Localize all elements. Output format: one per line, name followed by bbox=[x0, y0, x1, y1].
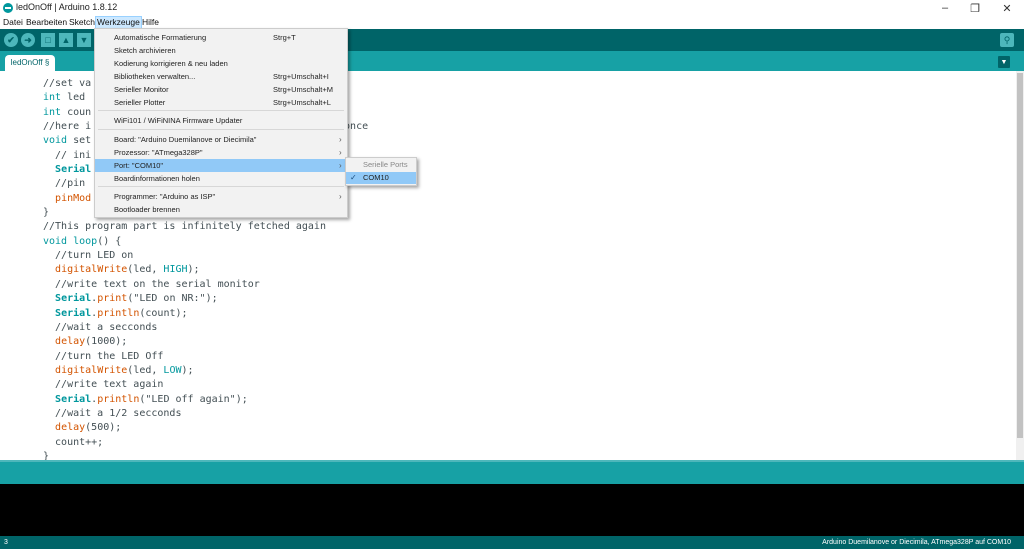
console-output[interactable] bbox=[0, 484, 1024, 536]
code-line: //This program part is infinitely fetche… bbox=[43, 221, 326, 233]
menu-item-serial-plotter[interactable]: Serieller Plotter Strg+Umschalt+L bbox=[95, 96, 347, 109]
port-submenu: Serielle Ports ✓ COM10 bbox=[345, 157, 417, 186]
code-line: int coun bbox=[43, 106, 92, 118]
code-line: //write text on the serial monitor bbox=[43, 278, 260, 290]
code-line: //write text again bbox=[43, 379, 164, 391]
message-bar bbox=[0, 460, 1024, 484]
save-icon[interactable]: ▼ bbox=[77, 33, 91, 47]
menu-item-auto-format[interactable]: Automatische Formatierung Strg+T bbox=[95, 31, 347, 44]
open-icon[interactable]: ▲ bbox=[59, 33, 73, 47]
submenu-item-com10[interactable]: ✓ COM10 bbox=[346, 172, 416, 184]
code-line: //wait a 1/2 secconds bbox=[43, 407, 182, 419]
code-line: //turn LED on bbox=[43, 250, 134, 262]
menu-item-board[interactable]: Board: "Arduino Duemilanove or Diecimila… bbox=[95, 133, 347, 146]
new-icon[interactable]: □ bbox=[41, 33, 55, 47]
werkzeuge-dropdown: Automatische Formatierung Strg+T Sketch a… bbox=[94, 28, 348, 218]
tab-ledonoff[interactable]: ledOnOff § bbox=[5, 55, 55, 71]
code-line: delay(500); bbox=[55, 422, 122, 434]
menu-item-port[interactable]: Port: "COM10" › bbox=[95, 159, 347, 172]
checkmark-icon: ✓ bbox=[350, 173, 357, 182]
code-line: Serial bbox=[55, 164, 92, 176]
code-line: } bbox=[43, 450, 50, 460]
code-line: void loop() { bbox=[43, 235, 122, 247]
verify-icon[interactable]: ✔ bbox=[4, 33, 18, 47]
menu-item-archive-sketch[interactable]: Sketch archivieren bbox=[95, 44, 347, 57]
upload-icon[interactable]: ➜ bbox=[21, 33, 35, 47]
code-line: Serial.println(count); bbox=[55, 307, 188, 319]
minimize-icon[interactable]: – bbox=[930, 0, 960, 16]
code-line: digitalWrite(led, HIGH); bbox=[55, 264, 200, 276]
menu-item-processor[interactable]: Prozessor: "ATmega328P" › bbox=[95, 146, 347, 159]
code-line: //turn the LED Off bbox=[43, 350, 164, 362]
menu-item-burn-bootloader[interactable]: Bootloader brennen bbox=[95, 203, 347, 216]
code-line: digitalWrite(led, LOW); bbox=[55, 364, 194, 376]
title-bar: ledOnOff | Arduino 1.8.12 – ❐ ✕ bbox=[0, 0, 1024, 16]
code-line: Serial.print("LED on NR:"); bbox=[55, 293, 218, 305]
code-line: int led bbox=[43, 92, 86, 104]
close-icon[interactable]: ✕ bbox=[992, 0, 1022, 16]
chevron-right-icon: › bbox=[339, 192, 342, 201]
menu-item-firmware-updater[interactable]: WiFi101 / WiFiNINA Firmware Updater bbox=[95, 114, 347, 127]
chevron-right-icon: › bbox=[339, 161, 342, 170]
menu-item-manage-libraries[interactable]: Bibliotheken verwalten... Strg+Umschalt+I bbox=[95, 70, 347, 83]
menu-separator bbox=[98, 186, 344, 187]
board-info: Arduino Duemilanove or Diecimila, ATmega… bbox=[822, 539, 1011, 546]
editor-scrollbar-thumb[interactable] bbox=[1017, 73, 1023, 438]
menu-item-serial-monitor[interactable]: Serieller Monitor Strg+Umschalt+M bbox=[95, 83, 347, 96]
code-line: Serial.println("LED off again"); bbox=[55, 393, 248, 405]
menu-bearbeiten[interactable]: Bearbeiten bbox=[25, 16, 68, 29]
chevron-right-icon: › bbox=[339, 135, 342, 144]
menu-sketch[interactable]: Sketch bbox=[68, 16, 96, 29]
submenu-header: Serielle Ports bbox=[363, 160, 408, 169]
maximize-icon[interactable]: ❐ bbox=[960, 0, 990, 16]
code-line: count++; bbox=[43, 436, 104, 448]
code-line: void set bbox=[43, 135, 92, 147]
menu-separator bbox=[98, 129, 344, 130]
menu-item-fix-encoding[interactable]: Kodierung korrigieren & neu laden bbox=[95, 57, 347, 70]
code-line: //wait a secconds bbox=[43, 321, 158, 333]
code-line: delay(1000); bbox=[55, 336, 128, 348]
menu-item-programmer[interactable]: Programmer: "Arduino as ISP" › bbox=[95, 190, 347, 203]
window-title: ledOnOff | Arduino 1.8.12 bbox=[16, 2, 118, 12]
tab-menu-chevron-down-icon[interactable]: ▼ bbox=[998, 56, 1010, 68]
status-bar: 3 Arduino Duemilanove or Diecimila, ATme… bbox=[0, 536, 1024, 549]
serial-monitor-icon[interactable]: ⚲ bbox=[1000, 33, 1014, 47]
menu-item-board-info[interactable]: Boardinformationen holen bbox=[95, 172, 347, 185]
arduino-logo-icon bbox=[3, 3, 13, 13]
code-line: pinMod bbox=[55, 192, 92, 204]
code-line: //pin bbox=[43, 178, 86, 190]
chevron-right-icon: › bbox=[339, 148, 342, 157]
submenu-item-label: COM10 bbox=[363, 173, 389, 182]
line-number: 3 bbox=[4, 539, 8, 546]
code-line: } bbox=[43, 207, 50, 219]
menu-datei[interactable]: Datei bbox=[2, 16, 24, 29]
code-line: //set va bbox=[43, 78, 92, 89]
menu-separator bbox=[98, 110, 344, 111]
